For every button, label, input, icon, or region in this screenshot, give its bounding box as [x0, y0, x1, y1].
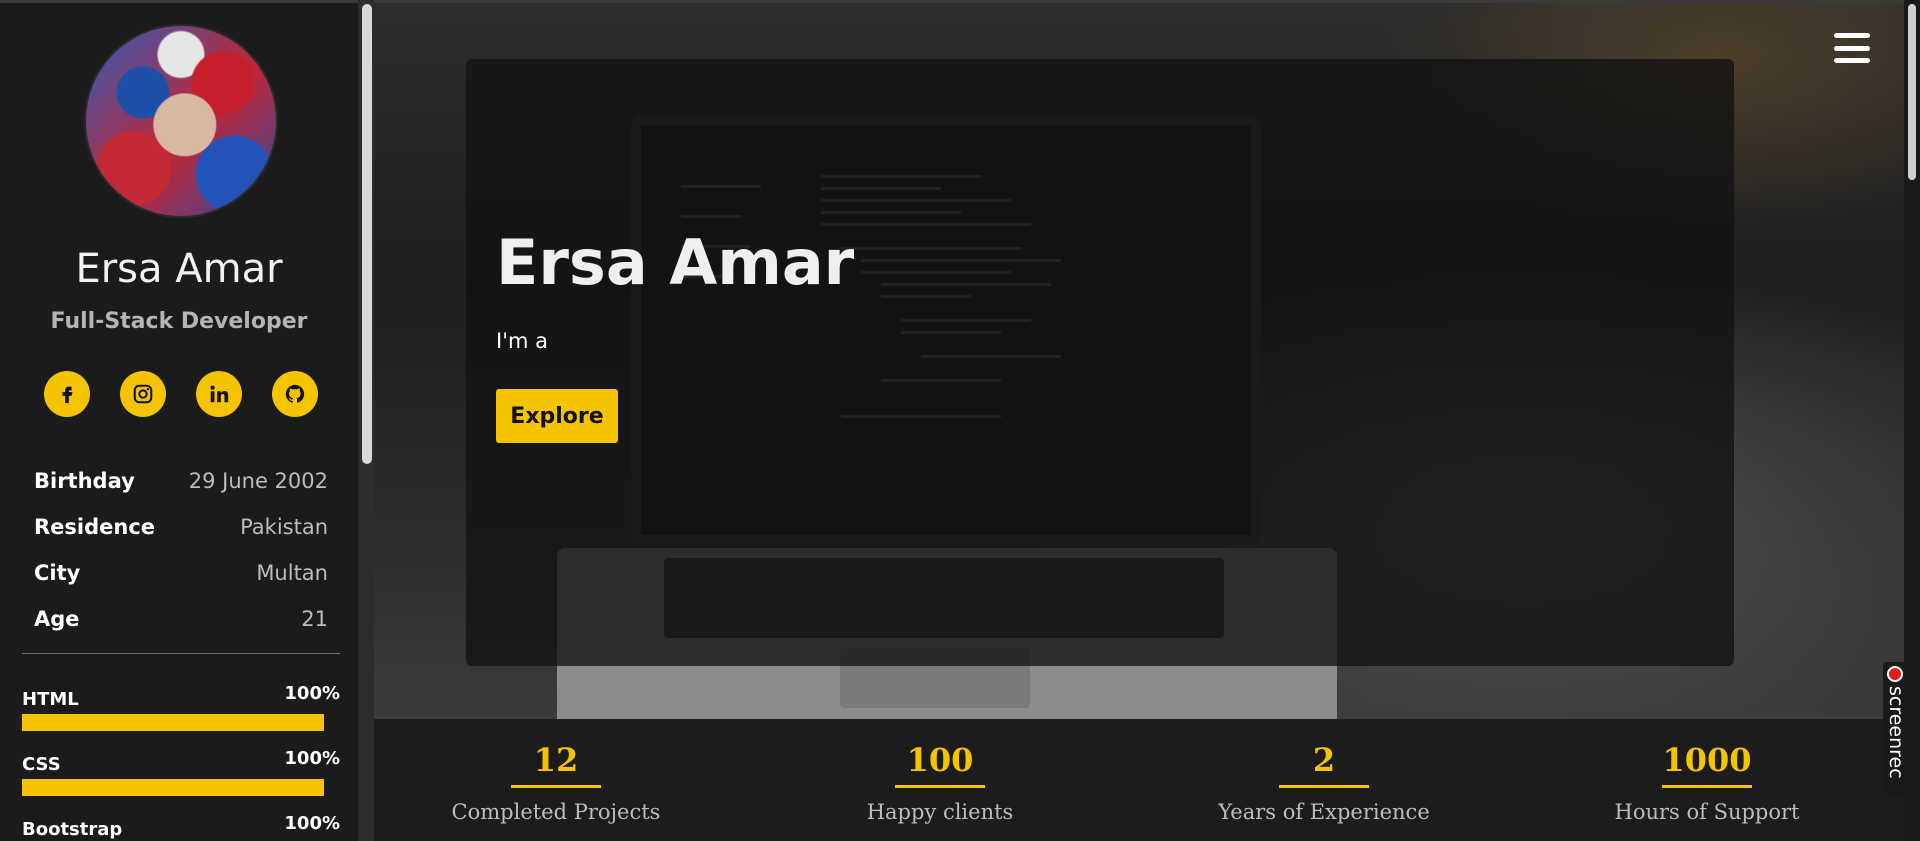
hero-title: Ersa Amar [496, 226, 855, 299]
info-value: Pakistan [240, 515, 328, 539]
skill-progress-fill [22, 779, 324, 796]
skill-css: CSS 100% [22, 740, 340, 805]
info-row-age: Age 21 [34, 596, 328, 642]
hero-overlay-card [466, 59, 1734, 666]
sidebar-scrollbar-thumb[interactable] [362, 4, 372, 464]
skill-name: CSS [22, 754, 61, 775]
linkedin-link[interactable] [196, 371, 242, 417]
counter-label: Hours of Support [1614, 800, 1800, 824]
info-label: Residence [34, 515, 156, 539]
page-scrollbar-thumb[interactable] [1908, 4, 1916, 180]
skill-progress-bar [22, 714, 324, 731]
skill-name: HTML [22, 689, 79, 710]
instagram-link[interactable] [120, 371, 166, 417]
info-row-birthday: Birthday 29 June 2002 [34, 458, 328, 504]
profile-name: Ersa Amar [75, 246, 283, 292]
counter-experience: 2 Years of Experience [1174, 741, 1474, 824]
counter-projects: 12 Completed Projects [406, 741, 706, 824]
skill-bootstrap: Bootstrap 100% [22, 805, 340, 841]
screenrec-label: screenrec [1885, 686, 1907, 779]
screenrec-widget[interactable]: screenrec [1883, 662, 1907, 796]
sidebar: Ersa Amar Full-Stack Developer Birthday … [0, 0, 358, 841]
counter-clients: 100 Happy clients [790, 741, 1090, 824]
skill-name: Bootstrap [22, 819, 123, 840]
hamburger-menu-icon[interactable] [1834, 33, 1870, 63]
sidebar-divider [22, 653, 340, 654]
counter-number: 2 [1279, 741, 1369, 788]
stats-counters: 12 Completed Projects 100 Happy clients … [374, 719, 1904, 841]
social-links [44, 371, 318, 417]
instagram-icon [133, 384, 153, 404]
info-row-city: City Multan [34, 550, 328, 596]
hero-section: Ersa Amar I'm a Explore [374, 3, 1904, 723]
github-link[interactable] [272, 371, 318, 417]
info-value: Multan [256, 561, 328, 585]
github-icon [285, 384, 305, 403]
info-label: Birthday [34, 469, 135, 493]
explore-button[interactable]: Explore [496, 389, 618, 443]
info-value: 21 [301, 607, 328, 631]
facebook-icon [62, 386, 73, 404]
counter-number: 1000 [1662, 741, 1752, 788]
counter-label: Happy clients [866, 800, 1014, 824]
linkedin-icon [210, 385, 229, 403]
profile-info: Birthday 29 June 2002 Residence Pakistan… [34, 458, 328, 642]
counter-support: 1000 Hours of Support [1557, 741, 1857, 824]
info-label: Age [34, 607, 80, 631]
counter-number: 100 [895, 741, 985, 788]
record-icon [1887, 666, 1903, 682]
hero-subtitle: I'm a [496, 329, 548, 353]
skill-progress-fill [22, 714, 324, 731]
profile-role: Full-Stack Developer [50, 309, 308, 334]
avatar [84, 24, 278, 218]
facebook-link[interactable] [44, 371, 90, 417]
skill-percent: 100% [284, 683, 340, 704]
info-label: City [34, 561, 81, 585]
skill-progress-bar [22, 779, 324, 796]
skills-list: HTML 100% CSS 100% Bootstrap 100% [22, 675, 340, 841]
info-row-residence: Residence Pakistan [34, 504, 328, 550]
info-value: 29 June 2002 [188, 469, 328, 493]
counter-label: Years of Experience [1218, 800, 1430, 824]
skill-html: HTML 100% [22, 675, 340, 740]
counter-number: 12 [511, 741, 601, 788]
skill-percent: 100% [284, 748, 340, 769]
main-content: Ersa Amar I'm a Explore 12 Completed Pro… [374, 0, 1904, 841]
skill-percent: 100% [284, 813, 340, 834]
counter-label: Completed Projects [451, 800, 661, 824]
